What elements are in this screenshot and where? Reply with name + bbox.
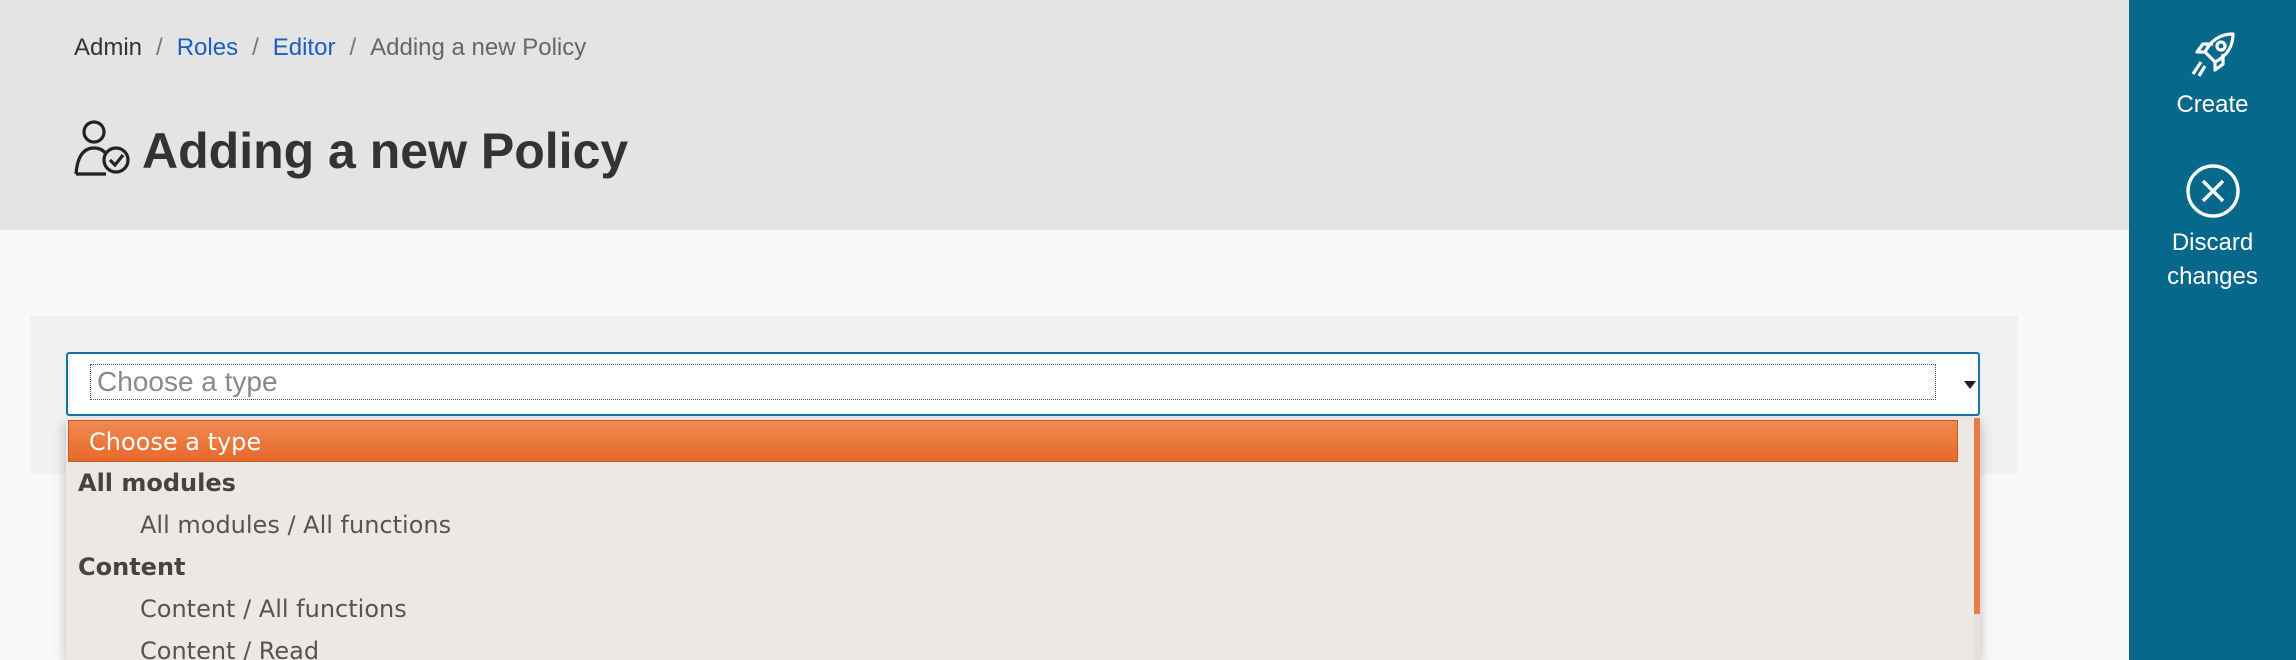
- option-content-all-functions[interactable]: Content / All functions: [140, 588, 407, 630]
- type-select-value: Choose a type: [90, 364, 1936, 400]
- page-heading: Adding a new Policy: [142, 123, 629, 179]
- dropdown-scroll-thumb[interactable]: [1974, 418, 1980, 614]
- discard-changes-button[interactable]: Discard changes: [2129, 162, 2296, 294]
- breadcrumb-current: Adding a new Policy: [370, 34, 587, 61]
- action-sidebar: Create Discard changes: [2129, 0, 2296, 660]
- breadcrumb-link-editor[interactable]: Editor: [273, 34, 336, 61]
- circle-x-icon: [2129, 162, 2296, 220]
- breadcrumb-item-admin: Admin: [74, 34, 143, 61]
- option-choose-a-type[interactable]: Choose a type: [68, 420, 1958, 462]
- chevron-down-icon[interactable]: [1964, 381, 1976, 389]
- page-title: Adding a new Policy: [72, 116, 628, 186]
- type-dropdown-list: Choose a type All modules All modules / …: [66, 418, 1980, 660]
- breadcrumb-separator: /: [349, 34, 357, 61]
- discard-label-line1: Discard: [2171, 229, 2254, 256]
- breadcrumb-separator: /: [156, 34, 163, 61]
- create-button[interactable]: Create: [2129, 28, 2296, 122]
- rocket-icon: [2129, 28, 2296, 82]
- page-header: Admin / Roles / Editor / Adding a new Policy A…: [0, 0, 2129, 230]
- breadcrumb-link-roles[interactable]: Roles: [177, 34, 238, 61]
- breadcrumb-separator: /: [252, 34, 259, 61]
- optgroup-all-modules: All modules: [78, 469, 236, 497]
- discard-label-line2: changes: [2167, 263, 2258, 290]
- optgroup-content: Content: [78, 553, 186, 581]
- breadcrumb: Admin / Roles / Editor / Adding a new Policy: [74, 34, 586, 62]
- option-all-modules-all-functions[interactable]: All modules / All functions: [140, 504, 451, 546]
- user-check-icon: [72, 118, 134, 185]
- option-content-read[interactable]: Content / Read: [140, 630, 319, 660]
- dropdown-scrollbar[interactable]: [1974, 418, 1980, 660]
- type-select[interactable]: Choose a type: [66, 352, 1980, 416]
- create-label: Create: [2176, 91, 2249, 118]
